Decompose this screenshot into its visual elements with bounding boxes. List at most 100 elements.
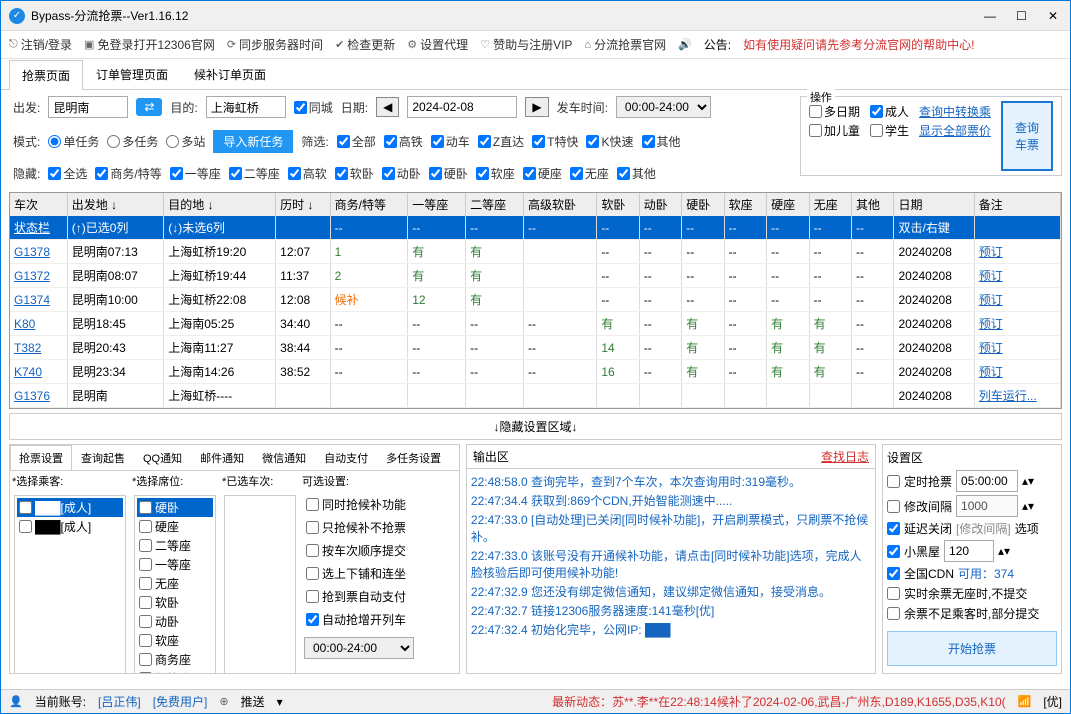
time-range-select[interactable]: 00:00-24:00 [304, 637, 414, 659]
cdn-check[interactable] [887, 567, 900, 580]
table-row[interactable]: T382昆明20:43上海南11:2738:44--------14--有--有… [10, 336, 1061, 360]
blacklist-check[interactable] [887, 545, 900, 558]
seat-item[interactable]: 软座 [137, 631, 213, 650]
depart-time-select[interactable]: 00:00-24:00 [616, 96, 711, 118]
col-header[interactable]: 无座 [809, 193, 851, 216]
filter-other[interactable] [642, 135, 655, 148]
mode-multistation-radio[interactable] [166, 135, 179, 148]
timed-input[interactable] [956, 470, 1018, 492]
filter-tfast[interactable] [532, 135, 545, 148]
hide-ruanwo[interactable] [335, 167, 348, 180]
tab-waitlist[interactable]: 候补订单页面 [181, 59, 279, 89]
query-button[interactable]: 查询 车票 [1001, 101, 1053, 171]
col-header[interactable]: 出发地 ↓ [67, 193, 163, 216]
option-item[interactable]: 只抢候补不抢票 [304, 518, 426, 537]
col-header[interactable]: 其他 [852, 193, 894, 216]
sponsor-link[interactable]: ♡赞助与注册VIP [480, 36, 572, 53]
option-item[interactable]: 抢到票自动支付 [304, 587, 426, 606]
maximize-button[interactable]: ☐ [1016, 9, 1030, 23]
seat-item[interactable]: 动卧 [137, 612, 213, 631]
subtab[interactable]: 抢票设置 [10, 445, 72, 470]
table-row[interactable]: G1376昆明南上海虹桥----20240208列车运行... [10, 384, 1061, 408]
col-header[interactable]: 硬卧 [682, 193, 724, 216]
col-header[interactable]: 高级软卧 [524, 193, 597, 216]
hide-biz[interactable] [95, 167, 108, 180]
table-row[interactable]: G1372昆明南08:07上海虹桥19:4411:372有有----------… [10, 264, 1061, 288]
close-button[interactable]: ✕ [1048, 9, 1062, 23]
official-site-link[interactable]: ⌂分流抢票官网 [584, 36, 666, 53]
hide-yingwo[interactable] [429, 167, 442, 180]
from-input[interactable] [48, 96, 128, 118]
col-header[interactable]: 动卧 [639, 193, 681, 216]
adult-check[interactable] [870, 105, 883, 118]
seat-item[interactable]: 二等座 [137, 536, 213, 555]
filter-all[interactable] [337, 135, 350, 148]
passenger-item[interactable]: ███[成人] [17, 517, 123, 536]
mode-multi-radio[interactable] [107, 135, 120, 148]
col-header[interactable]: 备注 [974, 193, 1060, 216]
subtab[interactable]: 邮件通知 [191, 445, 253, 470]
start-grab-button[interactable]: 开始抢票 [887, 631, 1057, 666]
import-task-button[interactable]: 导入新任务 [213, 130, 293, 153]
spinner-icon[interactable]: ▴▾ [1022, 499, 1034, 513]
table-row[interactable]: G1374昆明南10:00上海虹桥22:0812:08候补12有--------… [10, 288, 1061, 312]
interval-check[interactable] [887, 500, 900, 513]
spinner-icon[interactable]: ▴▾ [998, 544, 1010, 558]
spinner-icon[interactable]: ▴▾ [1022, 474, 1034, 488]
hide-first[interactable] [170, 167, 183, 180]
subtab[interactable]: 微信通知 [253, 445, 315, 470]
filter-dongche[interactable] [431, 135, 444, 148]
seat-item[interactable]: 特等座 [137, 669, 213, 673]
date-next-button[interactable]: ▶ [525, 97, 548, 117]
check-update-link[interactable]: ✔检查更新 [335, 36, 395, 53]
tab-grab[interactable]: 抢票页面 [9, 60, 83, 90]
col-header[interactable]: 一等座 [408, 193, 466, 216]
timed-check[interactable] [887, 475, 900, 488]
transfer-link[interactable]: 查询中转换乘 [919, 103, 991, 120]
tab-orders[interactable]: 订单管理页面 [83, 59, 181, 89]
same-city-check[interactable] [294, 101, 307, 114]
passenger-item[interactable]: ███[成人] [17, 498, 123, 517]
hide-wuzuo[interactable] [570, 167, 583, 180]
hide-ruanzuo[interactable] [476, 167, 489, 180]
sync-time-link[interactable]: ⟳同步服务器时间 [227, 36, 323, 53]
seat-item[interactable]: 商务座 [137, 650, 213, 669]
hide-yingzuo[interactable] [523, 167, 536, 180]
hidden-settings-toggle[interactable]: ↓隐藏设置区域↓ [9, 413, 1062, 440]
seat-item[interactable]: 软卧 [137, 593, 213, 612]
seat-item[interactable]: 硬卧 [137, 498, 213, 517]
col-header[interactable]: 历时 ↓ [276, 193, 330, 216]
table-row[interactable]: G1378昆明南07:13上海虹桥19:2012:071有有----------… [10, 240, 1061, 264]
col-header[interactable]: 二等座 [466, 193, 524, 216]
hide-other[interactable] [617, 167, 630, 180]
option-item[interactable]: 自动抢增开列车 [304, 610, 426, 629]
swap-button[interactable]: ⇄ [136, 98, 162, 116]
to-input[interactable] [206, 96, 286, 118]
child-check[interactable] [809, 124, 822, 137]
selected-trains-list[interactable] [224, 495, 296, 673]
set-proxy-link[interactable]: ⚙设置代理 [407, 36, 468, 53]
col-header[interactable]: 软座 [724, 193, 766, 216]
find-log-link[interactable]: 查找日志 [821, 448, 869, 465]
table-row[interactable]: K740昆明23:34上海南14:2638:52--------16--有--有… [10, 360, 1061, 384]
passenger-list[interactable]: ███[成人] ███[成人] [14, 495, 126, 673]
hide-dongwo[interactable] [382, 167, 395, 180]
subtab[interactable]: 自动支付 [315, 445, 377, 470]
realtime-check[interactable] [887, 587, 900, 600]
mode-single-radio[interactable] [48, 135, 61, 148]
col-header[interactable]: 商务/特等 [330, 193, 408, 216]
open-official-link[interactable]: ▣免登录打开12306官网 [84, 36, 215, 53]
col-header[interactable]: 车次 [10, 193, 67, 216]
filter-zdirect[interactable] [478, 135, 491, 148]
hide-second[interactable] [229, 167, 242, 180]
seat-list[interactable]: 硬卧 硬座 二等座 一等座 无座 软卧 动卧 软座 商务座 特等座 [134, 495, 216, 673]
filter-gaotie[interactable] [384, 135, 397, 148]
hide-all[interactable] [48, 167, 61, 180]
student-check[interactable] [870, 124, 883, 137]
col-header[interactable]: 软卧 [597, 193, 639, 216]
seat-item[interactable]: 一等座 [137, 555, 213, 574]
option-item[interactable]: 选上下铺和连坐 [304, 564, 426, 583]
logout-link[interactable]: ⎋注销/登录 [9, 36, 72, 53]
hide-gaoruan[interactable] [288, 167, 301, 180]
col-header[interactable]: 硬座 [767, 193, 809, 216]
